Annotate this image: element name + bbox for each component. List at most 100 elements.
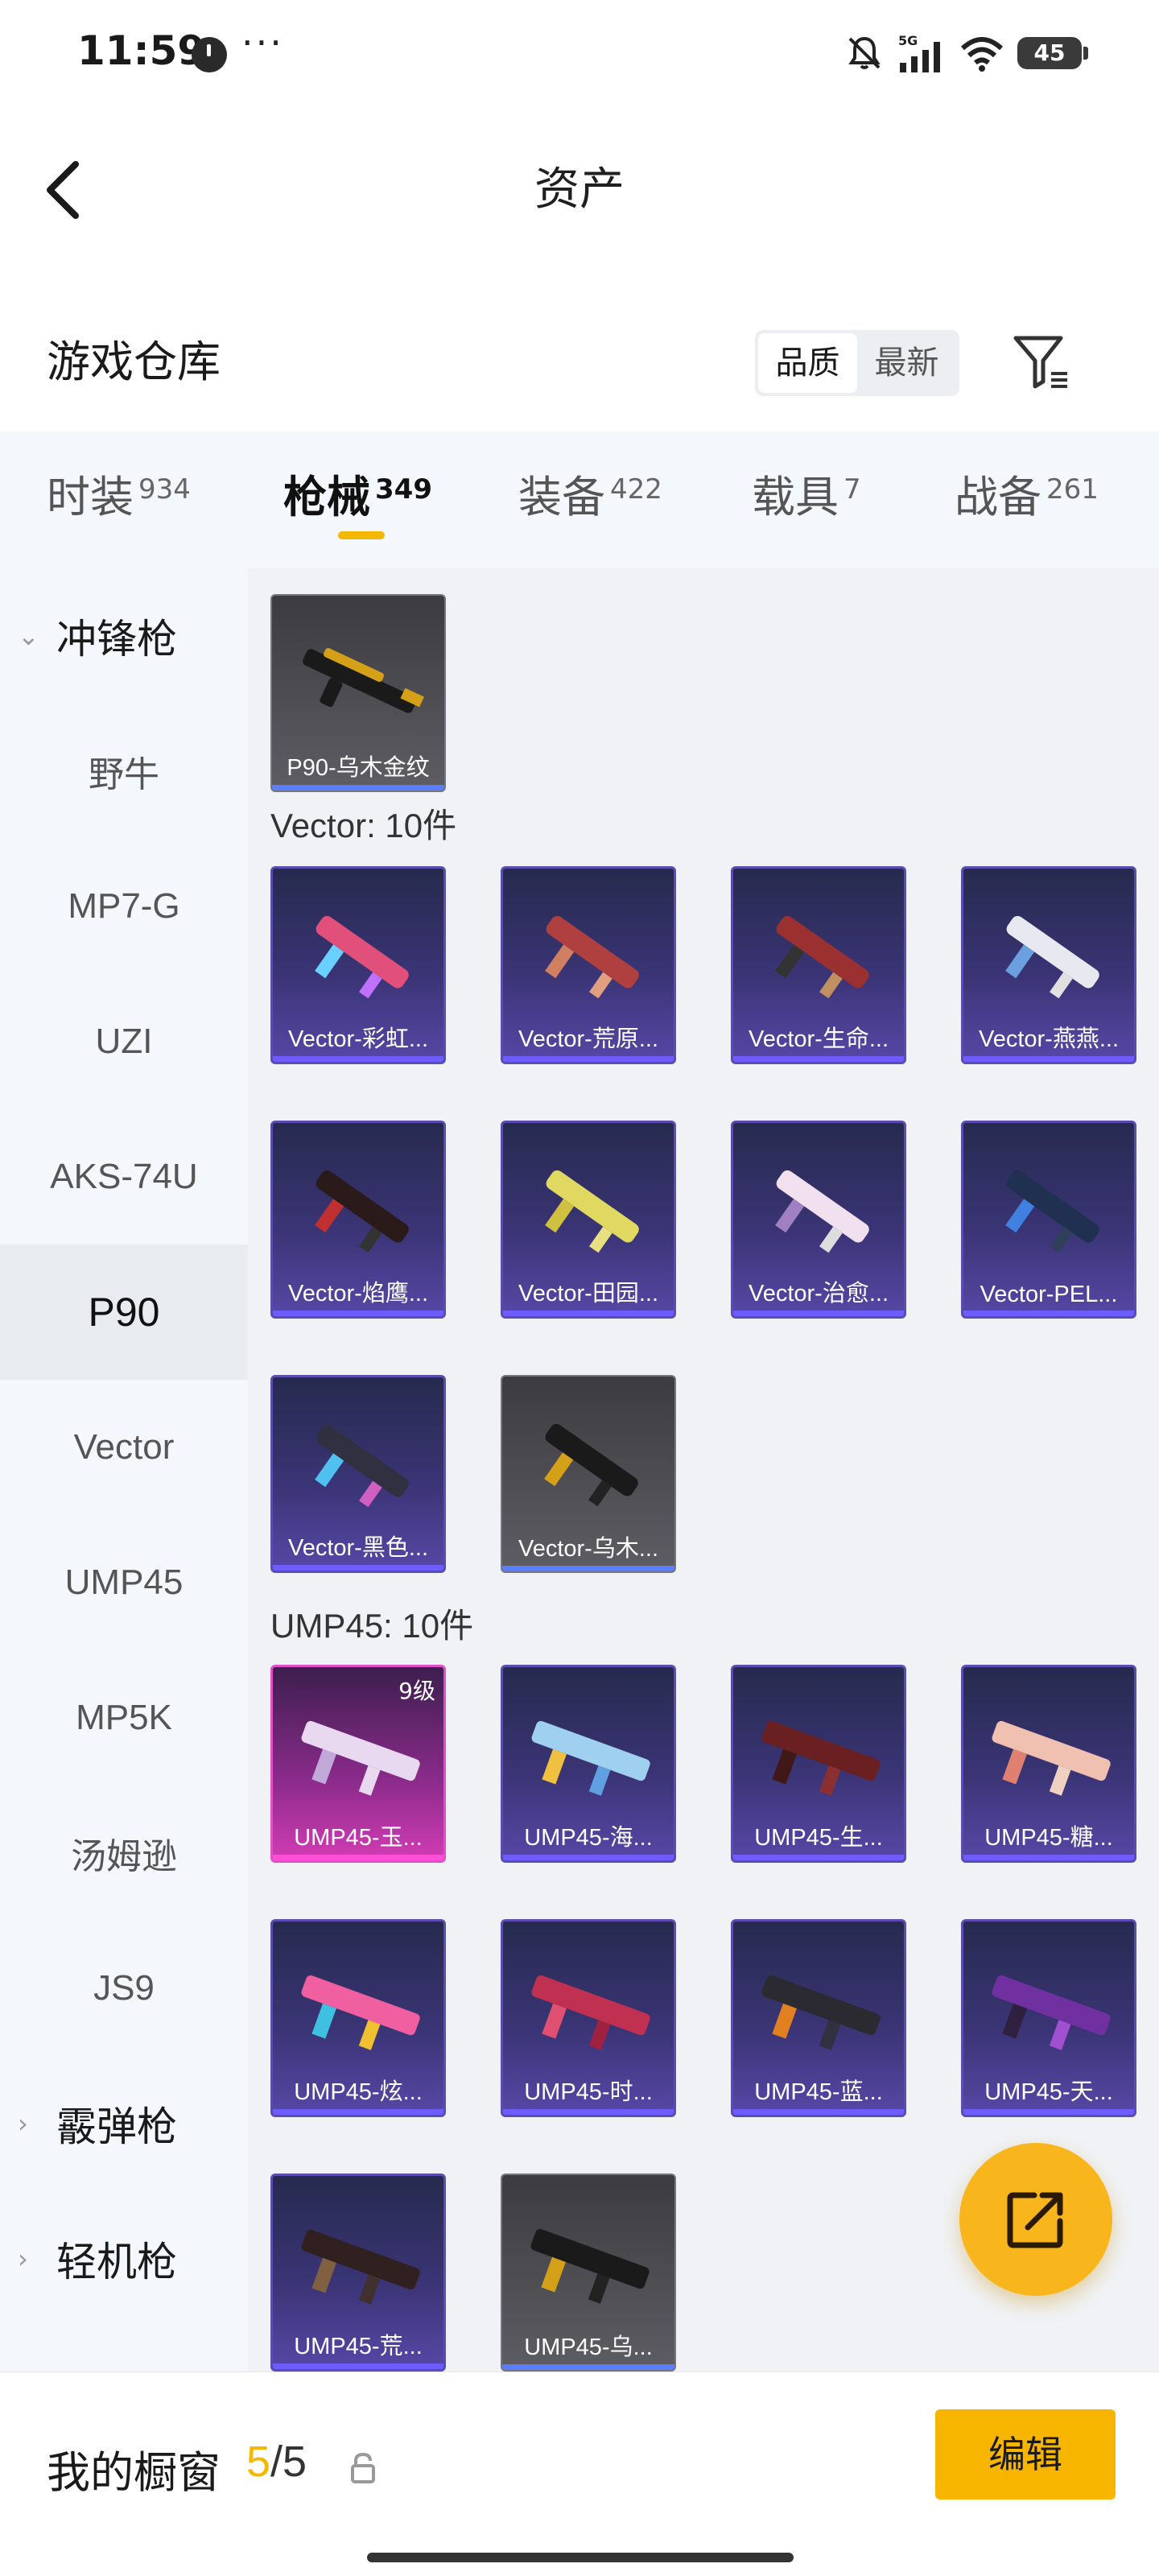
item-name: Vector-治愈... — [748, 1281, 889, 1307]
gun-skin-icon — [545, 915, 639, 999]
gun-skin-icon — [301, 1720, 420, 1796]
item-card[interactable]: P90-乌木金纹 — [270, 594, 446, 792]
item-card[interactable]: UMP45-荒... — [270, 2174, 446, 2372]
tab-label: 时装 — [47, 472, 134, 522]
showcase-label: 我的橱窗 — [47, 2447, 221, 2498]
warehouse-title: 游戏仓库 — [47, 336, 221, 387]
sidebar-group-smg[interactable]: ⌄ 冲锋枪 — [0, 568, 248, 704]
sidebar-group-label: 霰弹枪 — [56, 2103, 177, 2150]
sidebar-item-ump45[interactable]: UMP45 — [0, 1515, 248, 1650]
item-name: Vector-生命... — [748, 1026, 889, 1052]
rarity-bar — [733, 2109, 904, 2115]
tab-count: 349 — [375, 473, 432, 506]
gun-skin-icon — [531, 1975, 650, 2050]
share-icon — [1007, 2192, 1063, 2248]
tab-count: 7 — [843, 473, 861, 506]
item-name: UMP45-天... — [984, 2079, 1113, 2105]
sidebar-group-shotgun[interactable]: › 霰弹枪 — [0, 2056, 248, 2191]
rarity-bar — [733, 1311, 904, 1316]
rarity-bar — [963, 1056, 1134, 1062]
sort-by-newest-button[interactable]: 最新 — [857, 333, 956, 393]
item-card[interactable]: UMP45-炫... — [270, 1919, 446, 2117]
tab-label: 装备 — [518, 472, 605, 522]
gun-skin-icon — [775, 1170, 869, 1253]
rarity-bar — [272, 785, 444, 791]
edit-button[interactable]: 编辑 — [935, 2409, 1116, 2500]
item-card[interactable]: Vector-PEL... — [961, 1121, 1136, 1319]
sidebar-item-bizon[interactable]: 野牛 — [0, 704, 248, 839]
gun-skin-icon — [761, 1975, 881, 2050]
item-card[interactable]: Vector-焰鹰... — [270, 1121, 446, 1319]
category-tabs: 时装 934 枪械 349 装备 422 载具 7 战备 261 — [0, 431, 1159, 568]
tab-label: 枪械 — [283, 472, 370, 522]
item-card[interactable]: 9级 UMP45-玉... — [270, 1665, 446, 1863]
item-name: UMP45-玉... — [294, 1825, 423, 1851]
sidebar-item-aks74u[interactable]: AKS-74U — [0, 1109, 248, 1245]
gun-skin-icon — [315, 1424, 409, 1508]
share-button[interactable] — [959, 2143, 1112, 2296]
rarity-bar — [503, 1855, 674, 1860]
item-card[interactable]: Vector-乌木... — [501, 1375, 676, 1573]
gun-skin-icon — [992, 1720, 1111, 1796]
item-name: Vector-PEL... — [980, 1282, 1118, 1307]
item-card[interactable]: Vector-彩虹... — [270, 866, 446, 1064]
showcase-total: /5 — [270, 2438, 307, 2486]
item-card[interactable]: UMP45-糖... — [961, 1665, 1136, 1863]
tab-fashion[interactable]: 时装 934 — [47, 465, 191, 546]
rarity-bar — [273, 2363, 443, 2369]
rarity-bar — [273, 1565, 443, 1571]
item-card[interactable]: Vector-黑色... — [270, 1375, 446, 1573]
sidebar-item-mp7g[interactable]: MP7-G — [0, 839, 248, 974]
battery-icon: 45 — [1017, 37, 1088, 69]
item-card[interactable]: UMP45-生... — [731, 1665, 906, 1863]
item-card[interactable]: Vector-生命... — [731, 866, 906, 1064]
tab-vehicles[interactable]: 载具 7 — [752, 465, 861, 546]
sidebar-item-p90[interactable]: P90 — [0, 1245, 248, 1380]
item-card[interactable]: UMP45-乌... — [501, 2174, 676, 2372]
item-name: UMP45-生... — [754, 1825, 883, 1851]
sidebar-item-mp5k[interactable]: MP5K — [0, 1650, 248, 1785]
sidebar-item-js9[interactable]: JS9 — [0, 1921, 248, 2056]
weapon-type-sidebar: ⌄ 冲锋枪 野牛 MP7-G UZI AKS-74U P90 Vector UM… — [0, 568, 248, 2372]
filter-icon[interactable] — [1011, 332, 1072, 393]
item-name: P90-乌木金纹 — [287, 755, 430, 781]
item-name: UMP45-蓝... — [754, 2079, 883, 2105]
item-card[interactable]: UMP45-海... — [501, 1665, 676, 1863]
item-card[interactable]: UMP45-蓝... — [731, 1919, 906, 2117]
sidebar-item-uzi[interactable]: UZI — [0, 974, 248, 1109]
item-name: UMP45-乌... — [524, 2334, 653, 2360]
sidebar-item-thompson[interactable]: 汤姆逊 — [0, 1785, 248, 1921]
item-card[interactable]: UMP45-天... — [961, 1919, 1136, 2117]
tab-count: 422 — [610, 473, 662, 506]
clock-icon — [192, 37, 227, 72]
signal-5g-icon: 5G — [898, 33, 940, 72]
sidebar-group-lmg[interactable]: › 轻机枪 — [0, 2191, 248, 2326]
item-card[interactable]: UMP45-时... — [501, 1919, 676, 2117]
status-bar: 11:59 ··· 5G 45 — [0, 0, 1159, 105]
chevron-right-icon: › — [18, 2108, 28, 2139]
rarity-bar — [273, 2109, 443, 2115]
mute-icon — [848, 36, 881, 69]
rarity-bar — [733, 1855, 904, 1860]
sort-by-quality-button[interactable]: 品质 — [758, 333, 857, 393]
item-name: Vector-黑色... — [287, 1535, 429, 1561]
item-name: UMP45-时... — [524, 2079, 653, 2105]
rarity-bar — [503, 2109, 674, 2115]
tab-supplies[interactable]: 战备 261 — [955, 465, 1099, 546]
item-name: Vector-田园... — [518, 1281, 659, 1307]
sort-toggle: 品质 最新 — [755, 330, 959, 396]
gun-skin-icon — [301, 2229, 420, 2305]
rarity-bar — [733, 1056, 904, 1062]
rarity-bar — [502, 1566, 674, 1571]
item-card[interactable]: Vector-燕燕... — [961, 866, 1136, 1064]
item-card[interactable]: Vector-治愈... — [731, 1121, 906, 1319]
tab-label: 载具 — [752, 472, 839, 522]
item-card[interactable]: Vector-荒原... — [501, 866, 676, 1064]
gun-skin-icon — [1005, 915, 1099, 999]
sidebar-item-vector[interactable]: Vector — [0, 1380, 248, 1515]
item-card[interactable]: Vector-田园... — [501, 1121, 676, 1319]
svg-text:5G: 5G — [898, 33, 918, 48]
rarity-bar — [963, 1311, 1134, 1316]
tab-equipment[interactable]: 装备 422 — [518, 465, 662, 546]
gun-skin-icon — [315, 915, 409, 999]
